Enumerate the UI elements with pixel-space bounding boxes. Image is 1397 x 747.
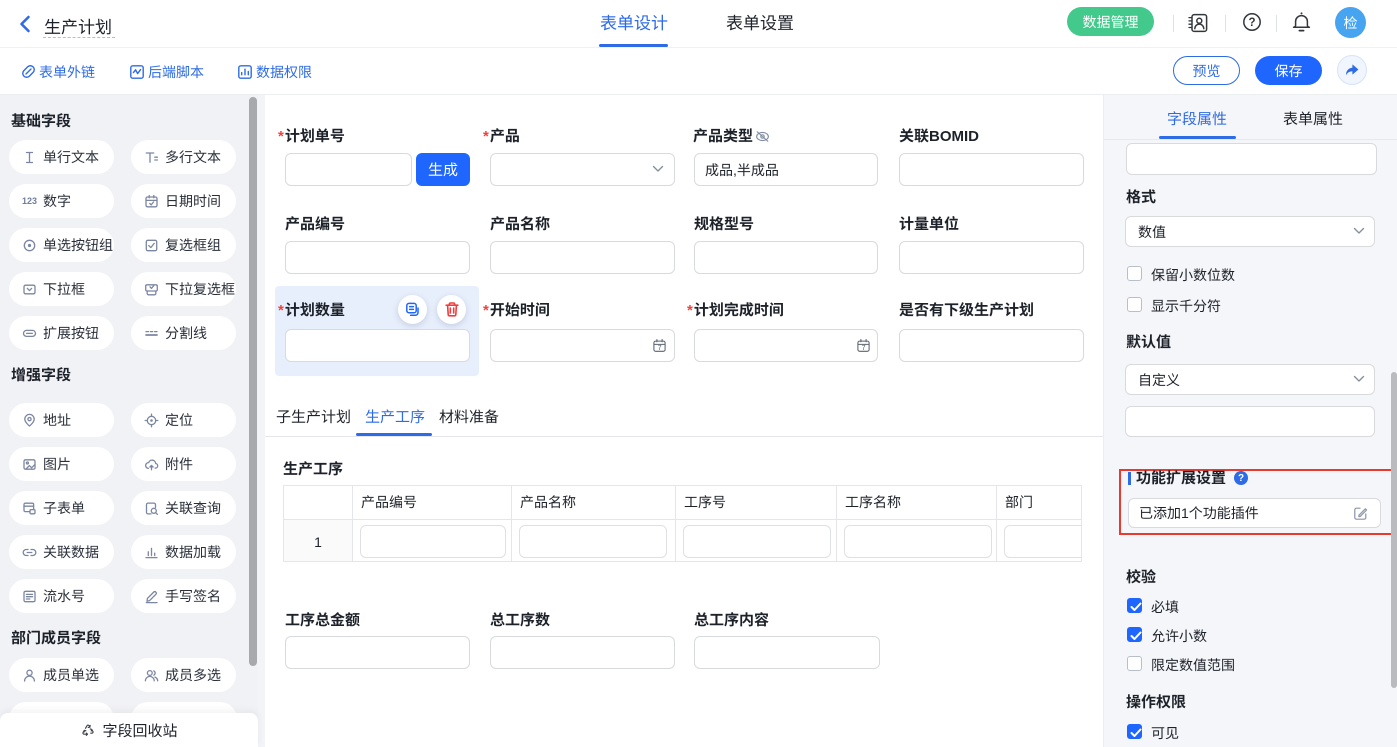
svg-text:7: 7: [658, 343, 662, 352]
svg-text:?: ?: [1248, 17, 1255, 29]
svg-text:7: 7: [862, 343, 866, 352]
